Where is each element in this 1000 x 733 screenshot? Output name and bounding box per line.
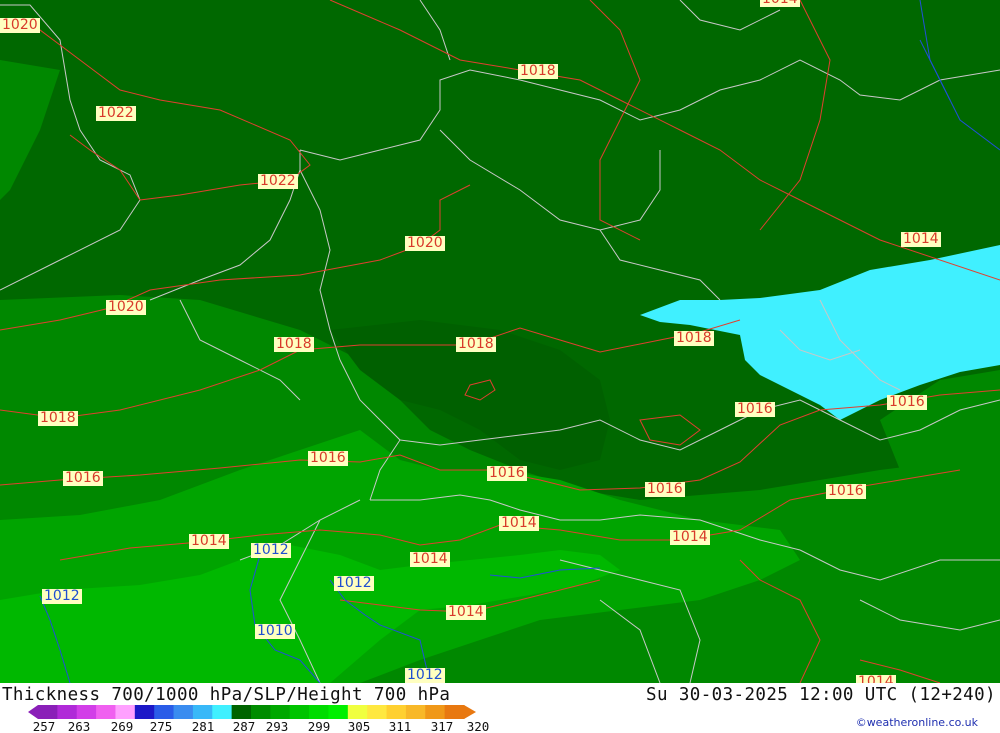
isobar-label: 1014 [499, 515, 539, 531]
scale-swatch [154, 705, 175, 719]
isobar-label: 1016 [887, 394, 927, 410]
isobar-label: 1014 [189, 533, 229, 549]
contour-label: 1012 [334, 575, 374, 591]
valid-time: Su 30-03-2025 12:00 UTC (12+240) [646, 685, 996, 705]
scale-tick-label: 293 [265, 719, 289, 733]
isobar-label: 1018 [38, 410, 78, 426]
isobar-label: 1018 [456, 336, 496, 352]
scale-tick-label: 269 [110, 719, 134, 733]
scale-tick-label: 287 [232, 719, 256, 733]
scale-swatch [367, 705, 388, 719]
isobar-label: 1020 [405, 235, 445, 251]
isobar-label: 1020 [106, 299, 146, 315]
isobar-label: 1016 [487, 465, 527, 481]
scale-tick-label: 257 [32, 719, 56, 733]
contour-label: 1010 [255, 623, 295, 639]
isobar-label: 1022 [258, 173, 298, 189]
isobar-label: 1016 [735, 401, 775, 417]
scale-swatch [134, 705, 155, 719]
scale-swatch [115, 705, 136, 719]
map-footer: Thickness 700/1000 hPa/SLP/Height 700 hP… [0, 683, 1000, 733]
scale-swatch [57, 705, 78, 719]
isobar-label: 1018 [674, 330, 714, 346]
weather-map-page: 1020 1014 1018 1022 1022 1020 1014 1020 … [0, 0, 1000, 733]
scale-tick-label: 320 [466, 719, 490, 733]
isobar-label: 1014 [901, 231, 941, 247]
scale-swatch [38, 705, 58, 719]
isobar-label: 1014 [446, 604, 486, 620]
isobar-label: 1016 [645, 481, 685, 497]
scale-swatch [386, 705, 407, 719]
scale-swatch [270, 705, 291, 719]
scale-tick-label: 317 [430, 719, 454, 733]
scale-swatch [289, 705, 310, 719]
isobar-label: 1016 [826, 483, 866, 499]
scale-arrow-left [28, 705, 38, 719]
color-scale [28, 705, 476, 719]
thickness-map [0, 0, 1000, 683]
isobar-label: 1018 [518, 63, 558, 79]
isobar-label: 1014 [670, 529, 710, 545]
isobar-label: 1016 [308, 450, 348, 466]
scale-swatch [173, 705, 194, 719]
scale-tick-label: 263 [67, 719, 91, 733]
scale-tick-label: 275 [149, 719, 173, 733]
isobar-label: 1022 [96, 105, 136, 121]
scale-swatch [231, 705, 252, 719]
scale-swatch [405, 705, 426, 719]
isobar-label: 1014 [760, 0, 800, 7]
contour-label: 1012 [42, 588, 82, 604]
color-scale-ticks: 257 263 269 275 281 287 293 299 305 311 317 320 [0, 719, 520, 733]
scale-arrow-right [464, 705, 476, 719]
scale-swatch [425, 705, 446, 719]
scale-tick-label: 311 [388, 719, 412, 733]
scale-swatch [328, 705, 349, 719]
contour-label: 1012 [251, 542, 291, 558]
contour-label: 1012 [405, 667, 445, 683]
isobar-label: 1020 [0, 17, 40, 33]
scale-swatch [347, 705, 368, 719]
credit-text: ©weatheronline.co.uk [855, 716, 978, 729]
scale-tick-label: 281 [191, 719, 215, 733]
scale-tick-label: 299 [307, 719, 331, 733]
isobar-label: 1014 [410, 551, 450, 567]
scale-swatch [251, 705, 271, 719]
isobar-label: 1016 [63, 470, 103, 486]
scale-swatch [309, 705, 329, 719]
scale-tick-label: 305 [347, 719, 371, 733]
scale-swatch [444, 705, 465, 719]
scale-swatch [76, 705, 97, 719]
scale-swatch [96, 705, 116, 719]
isobar-label: 1018 [274, 336, 314, 352]
scale-swatch [212, 705, 233, 719]
scale-swatch [192, 705, 213, 719]
map-title: Thickness 700/1000 hPa/SLP/Height 700 hP… [2, 685, 451, 705]
